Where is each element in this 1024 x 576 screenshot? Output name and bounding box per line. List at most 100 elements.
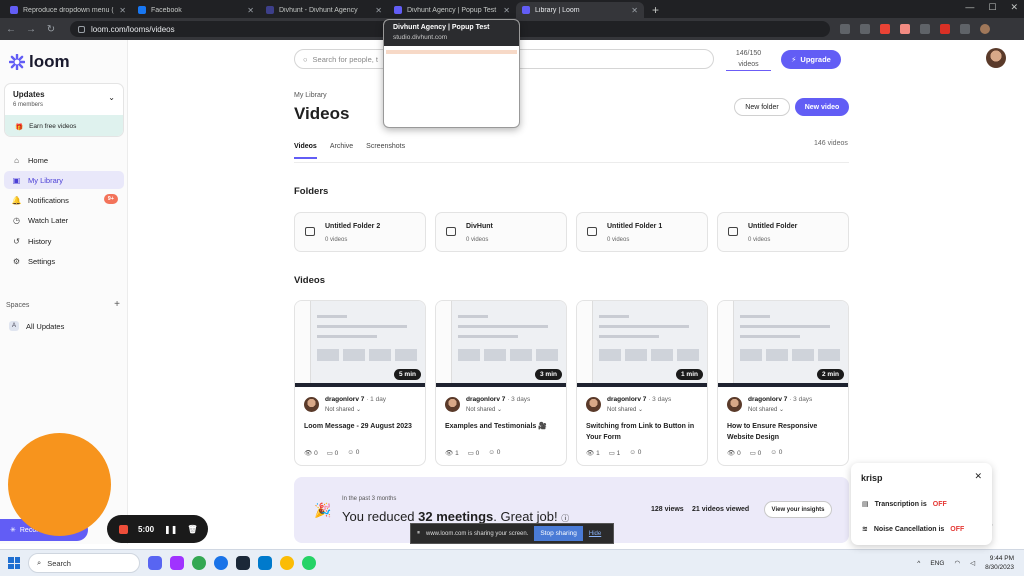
share-status-dropdown[interactable]: Not shared ⌄ [607,406,643,413]
video-title[interactable]: Examples and Testimonials 🎥 [445,421,563,432]
folder-card[interactable]: Untitled Folder 1 0 videos [576,212,708,252]
extension-icon[interactable] [920,24,930,34]
tab-screenshots[interactable]: Screenshots [366,143,405,159]
tab-archive[interactable]: Archive [330,143,353,159]
app-icon[interactable] [214,556,228,570]
chrome-icon[interactable] [192,556,206,570]
close-tab-icon[interactable]: ✕ [503,6,510,15]
site-info-icon[interactable] [78,25,85,33]
share-status-dropdown[interactable]: Not shared ⌄ [325,406,361,413]
close-tab-icon[interactable]: ✕ [631,6,638,15]
sidebar-item-watch-later[interactable]: ◷ Watch Later [4,211,124,229]
earn-free-videos-link[interactable]: 🎁 Earn free videos [5,115,123,136]
video-thumbnail[interactable]: 3 min [436,301,566,387]
video-thumbnail[interactable]: 5 min [295,301,425,387]
minimize-icon[interactable]: — [965,2,974,13]
video-thumbnail[interactable]: 2 min [718,301,848,387]
browser-tab[interactable]: Facebook ✕ [132,2,260,18]
url-text: loom.com/looms/videos [91,24,175,34]
add-space-icon[interactable]: + [114,299,120,310]
share-status: Not shared [325,407,355,413]
share-status-dropdown[interactable]: Not shared ⌄ [466,406,502,413]
video-thumbnail[interactable]: 1 min [577,301,707,387]
extension-icon[interactable] [880,24,890,34]
view-insights-button[interactable]: View your insights [764,501,832,518]
steam-icon[interactable] [236,556,250,570]
language-indicator[interactable]: ENG [930,560,944,567]
clock[interactable]: 9:44 PM 8/30/2023 [985,554,1014,572]
stop-sharing-button[interactable]: Stop sharing [534,526,583,541]
video-card[interactable]: 1 min dragonlorv 7 · 3 days Not shared ⌄ Sw… [576,300,708,466]
chrome-icon[interactable] [280,556,294,570]
video-card[interactable]: 2 min dragonlorv 7 · 3 days Not shared ⌄ Ho… [717,300,849,466]
browser-tab[interactable]: Divhunt - Divhunt Agency ✕ [260,2,388,18]
noise-cancellation-status[interactable]: ≋ Noise Cancellation is OFF [862,525,964,534]
user-avatar[interactable] [986,48,1006,68]
browser-tab[interactable]: Reproduce dropdown menu (no... ✕ [4,2,132,18]
windows-start-icon[interactable] [8,557,20,569]
sidebar-item-settings[interactable]: ⚙ Settings [4,252,124,270]
video-card[interactable]: 3 min dragonlorv 7 · 3 days Not shared ⌄ Ex… [435,300,567,466]
new-folder-button[interactable]: New folder [734,98,790,116]
close-window-icon[interactable]: ✕ [1010,2,1018,13]
drag-handle-icon[interactable]: ⏸ [417,530,420,537]
wifi-icon[interactable]: ◠ [954,559,960,567]
reload-icon[interactable]: ↻ [46,24,56,35]
pause-icon[interactable]: ❚❚ [164,525,177,534]
vscode-icon[interactable] [258,556,272,570]
hide-share-bar-link[interactable]: Hide [589,531,601,537]
preview-thumbnail [386,50,517,54]
video-author: dragonlorv 7 · 3 days [607,396,671,403]
sidebar-item-home[interactable]: ⌂ Home [4,151,124,169]
close-tab-icon[interactable]: ✕ [247,6,254,15]
info-icon[interactable]: ⓘ [561,514,569,523]
share-status-dropdown[interactable]: Not shared ⌄ [748,406,784,413]
folder-card[interactable]: DivHunt 0 videos [435,212,567,252]
whatsapp-icon[interactable] [302,556,316,570]
discord-icon[interactable] [148,556,162,570]
space-all-updates[interactable]: A All Updates [9,321,64,331]
messenger-icon[interactable] [170,556,184,570]
forward-icon[interactable]: → [26,24,36,35]
transcription-status[interactable]: ▤ Transcription is OFF [862,500,947,509]
video-title[interactable]: Loom Message - 29 August 2023 [304,421,422,432]
extension-icon[interactable] [940,24,950,34]
video-title[interactable]: How to Ensure Responsive Website Design [727,421,845,443]
folder-card[interactable]: Untitled Folder 0 videos [717,212,849,252]
extension-icon[interactable] [900,24,910,34]
close-icon[interactable]: ✕ [974,471,982,482]
upgrade-button[interactable]: ⚡ Upgrade [781,50,841,69]
extensions-puzzle-icon[interactable] [960,24,970,34]
folder-card[interactable]: Untitled Folder 2 0 videos [294,212,426,252]
chevron-down-icon[interactable]: ⌄ [108,93,115,102]
sidebar-item-history[interactable]: ↺ History [4,232,124,250]
video-card[interactable]: 5 min dragonlorv 7 · 1 day Not shared ⌄ Loo… [294,300,426,466]
new-video-button[interactable]: New video [795,98,849,116]
trash-icon[interactable]: 🗑 [187,525,197,534]
library-icon: ▣ [12,175,21,185]
volume-icon[interactable]: ◁ [970,559,975,567]
new-tab-button[interactable]: + [644,2,667,18]
camera-bubble[interactable] [8,433,111,536]
back-icon[interactable]: ← [6,24,16,35]
close-tab-icon[interactable]: ✕ [375,6,382,15]
browser-tab[interactable]: Divhunt Agency | Popup Test ✕ [388,2,516,18]
profile-icon[interactable] [980,24,990,34]
chevron-up-icon[interactable]: ^ [917,560,920,567]
video-stats: 👁 1 ▭ 0 ☺ 0 [445,449,500,457]
sidebar-item-notifications[interactable]: 🔔 Notifications 9+ [4,191,124,209]
maximize-icon[interactable]: ☐ [988,2,996,13]
video-usage-counter[interactable]: 146/150 videos [726,48,771,71]
tab-videos[interactable]: Videos [294,143,317,159]
close-tab-icon[interactable]: ✕ [119,6,126,15]
loom-logo[interactable]: loom [9,52,70,72]
thumbnail-taskbar [577,383,707,387]
stop-recording-icon[interactable] [119,524,128,534]
extension-icon[interactable] [860,24,870,34]
taskbar-search[interactable]: ⌕ Search [28,553,140,573]
video-title[interactable]: Switching from Link to Button in Your Fo… [586,421,704,443]
browser-tab-active[interactable]: Library | Loom ✕ [516,2,644,18]
sidebar-item-my-library[interactable]: ▣ My Library [4,171,124,189]
extension-icon[interactable] [840,24,850,34]
workspace-switcher[interactable]: Updates 6 members ⌄ 🎁 Earn free videos [4,83,124,137]
